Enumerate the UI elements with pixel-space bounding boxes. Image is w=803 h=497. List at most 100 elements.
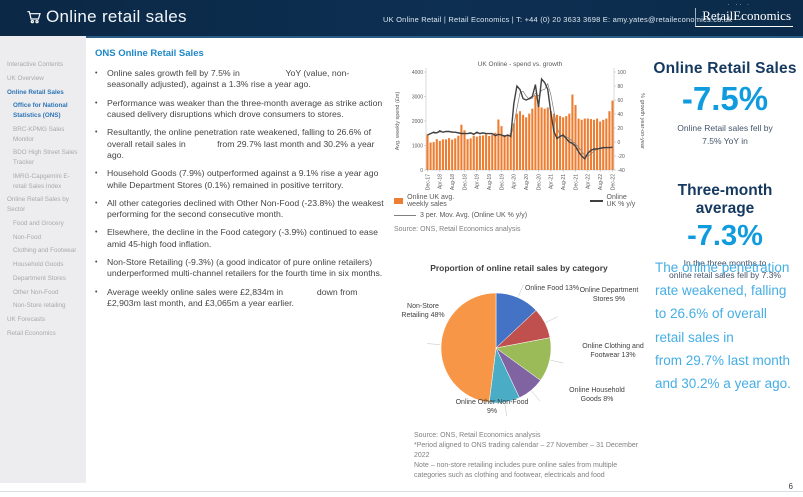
- pie-label-department-stores: Online Department Stores 9%: [578, 286, 640, 305]
- pie-footnotes: Source: ONS, Retail Economics analysis *…: [414, 431, 649, 481]
- legend-label: 3 per. Mov. Avg. (Online UK % y/y): [420, 212, 527, 219]
- legend-item-bars: Online UK avg. weekly sales: [394, 194, 455, 208]
- bullet-item: •Performance was weaker than the three-m…: [95, 98, 390, 121]
- sidebar-item-office-for-national-statistics-ons[interactable]: Office for National Statistics (ONS): [0, 99, 86, 123]
- bullet-marker: •: [95, 98, 107, 121]
- chart-legend: Online UK avg. weekly sales Online UK % …: [394, 194, 646, 223]
- bullet-item: •Online sales growth fell by 7.5% in YoY…: [95, 68, 390, 91]
- chart-panel: 01000200030004000-40-20020406080100Dec-1…: [392, 58, 646, 197]
- svg-text:Dec-17: Dec-17: [425, 174, 431, 190]
- sidebar-item-imrg-capgemini-e-retail-sales-index[interactable]: IMRG-Capgemini E-retail Sales Index: [0, 170, 86, 194]
- bottom-divider: [0, 491, 803, 492]
- kpi-panel: Online Retail Sales -7.5% Online Retail …: [652, 60, 798, 282]
- svg-text:Dec-22: Dec-22: [610, 174, 616, 190]
- retail-economics-logo: RetailEconomics: [695, 8, 793, 27]
- sidebar-item-clothing-and-footwear[interactable]: Clothing and Footwear: [0, 244, 86, 258]
- sidebar-item-non-food[interactable]: Non-Food: [0, 231, 86, 245]
- sidebar-item-other-non-food[interactable]: Other Non-Food: [0, 286, 86, 300]
- pie-label-other-non-food: Online Other Non-Food 9%: [454, 398, 530, 417]
- sidebar-item-uk-forecasts[interactable]: UK Forecasts: [0, 313, 86, 327]
- penetration-highlight-text: The online penetration rate weakened, fa…: [655, 256, 797, 395]
- sidebar-item-interactive-contents[interactable]: Interactive Contents: [0, 58, 86, 72]
- kpi2-heading: Three-month average: [652, 182, 798, 218]
- pie-leader-line: [546, 317, 558, 323]
- bullet-text: Elsewhere, the decline in the Food categ…: [107, 227, 390, 250]
- bullet-marker: •: [95, 127, 107, 161]
- main-content: ONS Online Retail Sales •Online sales gr…: [95, 48, 390, 316]
- svg-text:4000: 4000: [412, 70, 423, 76]
- pie-chart-title: Proportion of online retail sales by cat…: [392, 263, 646, 273]
- bullet-item: •Elsewhere, the decline in the Food cate…: [95, 227, 390, 250]
- sidebar-nav: Interactive ContentsUK OverviewOnline Re…: [0, 36, 86, 483]
- header-contact-info: UK Online Retail | Retail Economics | T:…: [383, 15, 732, 24]
- legend-label: Online UK % y/y: [607, 194, 637, 208]
- kpi1-caption: Online Retail sales fell by 7.5% YoY in: [652, 122, 798, 148]
- header-bar: Online retail sales UK Online Retail | R…: [0, 0, 803, 38]
- svg-text:% growth year-on-year: % growth year-on-year: [639, 93, 645, 149]
- sidebar-item-online-retail-sales[interactable]: Online Retail Sales: [0, 86, 86, 100]
- sidebar-item-household-goods[interactable]: Household Goods: [0, 258, 86, 272]
- svg-text:1000: 1000: [412, 143, 423, 149]
- sidebar-item-online-retail-sales-by-sector[interactable]: Online Retail Sales by Sector: [0, 193, 86, 217]
- svg-text:0: 0: [420, 168, 423, 174]
- svg-text:Aug-22: Aug-22: [598, 174, 604, 190]
- bullet-item: •All other categories declined with Othe…: [95, 198, 390, 221]
- svg-text:Dec-19: Dec-19: [499, 174, 505, 190]
- svg-text:60: 60: [618, 98, 624, 104]
- svg-text:Apr-22: Apr-22: [586, 174, 592, 189]
- report-page: Online retail sales UK Online Retail | R…: [0, 0, 803, 497]
- svg-text:Apr-18: Apr-18: [438, 174, 444, 189]
- footnote-note: Note – non-store retailing includes pure…: [414, 461, 649, 480]
- chart-source: Source: ONS, Retail Economics analysis: [394, 226, 520, 233]
- pie-chart: Online Food 13% Online Department Stores…: [392, 276, 646, 426]
- kpi2-value: -7.3%: [652, 220, 798, 253]
- legend-label: Online UK avg. weekly sales: [407, 194, 455, 208]
- legend-item-line: Online UK % y/y: [590, 194, 636, 208]
- svg-text:UK Online - spend vs. growth: UK Online - spend vs. growth: [478, 61, 563, 68]
- bullet-marker: •: [95, 227, 107, 250]
- svg-text:20: 20: [618, 126, 624, 132]
- bullet-marker: •: [95, 287, 107, 310]
- svg-text:Aug-20: Aug-20: [524, 174, 530, 190]
- svg-text:3000: 3000: [412, 94, 423, 100]
- kpi1-caption-line1: Online Retail sales fell by: [652, 122, 798, 135]
- pie-label-non-store-retailing: Non-Store Retailing 48%: [394, 302, 452, 321]
- sidebar-item-retail-economics[interactable]: Retail Economics: [0, 327, 86, 341]
- svg-text:Dec-18: Dec-18: [462, 174, 468, 190]
- bullet-text: Non-Store Retailing (-9.3%) (a good indi…: [107, 257, 390, 280]
- line-swatch: [590, 200, 603, 202]
- sidebar-item-bdo-high-street-sales-tracker[interactable]: BDO High Street Sales Tracker: [0, 146, 86, 170]
- bullet-text: Performance was weaker than the three-mo…: [107, 98, 390, 121]
- svg-text:100: 100: [618, 70, 627, 76]
- sidebar-item-uk-overview[interactable]: UK Overview: [0, 72, 86, 86]
- svg-text:Avg. weekly spend (£m): Avg. weekly spend (£m): [395, 92, 401, 151]
- kpi1-value: -7.5%: [652, 80, 798, 118]
- svg-text:40: 40: [618, 112, 624, 118]
- bullet-text: Resultantly, the online penetration rate…: [107, 127, 390, 161]
- bullet-item: •Average weekly online sales were £2,834…: [95, 287, 390, 310]
- svg-text:Apr-20: Apr-20: [512, 174, 518, 189]
- sidebar-item-non-store-retailing[interactable]: Non-Store retailing: [0, 299, 86, 313]
- bullet-marker: •: [95, 168, 107, 191]
- bullet-marker: •: [95, 257, 107, 280]
- bullet-list: •Online sales growth fell by 7.5% in YoY…: [95, 68, 390, 309]
- svg-text:Apr-19: Apr-19: [475, 174, 481, 189]
- svg-text:Aug-21: Aug-21: [561, 174, 567, 190]
- svg-text:-40: -40: [618, 168, 625, 174]
- svg-text:Apr-21: Apr-21: [549, 174, 555, 189]
- footnote-period: *Period aligned to ONS trading calendar …: [414, 441, 649, 460]
- bullet-marker: •: [95, 68, 107, 91]
- bullet-text: Online sales growth fell by 7.5% in YoY …: [107, 68, 390, 91]
- sidebar-item-food-and-grocery[interactable]: Food and Grocery: [0, 217, 86, 231]
- bullet-item: •Household Goods (7.9%) outperformed aga…: [95, 168, 390, 191]
- svg-text:0: 0: [618, 140, 621, 146]
- svg-text:2000: 2000: [412, 119, 423, 125]
- bullet-text: All other categories declined with Other…: [107, 198, 390, 221]
- bullet-marker: •: [95, 198, 107, 221]
- pie-label-clothing-footwear: Online Clothing and Footwear 13%: [580, 342, 646, 361]
- thin-line-swatch: [394, 215, 416, 216]
- sidebar-item-department-stores[interactable]: Department Stores: [0, 272, 86, 286]
- spend-vs-growth-chart: 01000200030004000-40-20020406080100Dec-1…: [392, 58, 646, 192]
- pie-label-household-goods: Online Household Goods 8%: [568, 386, 626, 405]
- sidebar-item-brc-kpmg-sales-monitor[interactable]: BRC-KPMG Sales Monitor: [0, 123, 86, 147]
